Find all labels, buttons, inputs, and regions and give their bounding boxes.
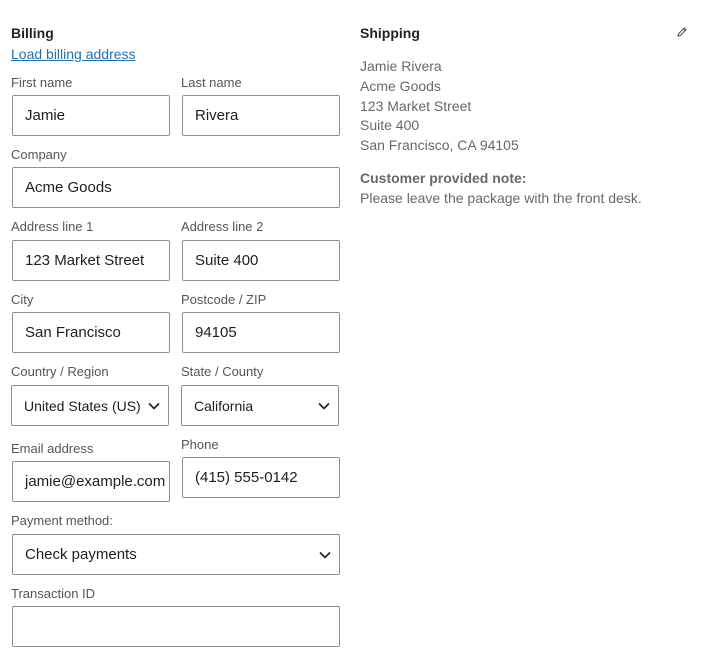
state-label: State / County <box>181 364 264 379</box>
transaction-id-label: Transaction ID <box>11 586 96 601</box>
postcode-label: Postcode / ZIP <box>181 292 267 307</box>
customer-note-text: Please leave the package with the front … <box>360 190 642 206</box>
state-select[interactable]: California <box>181 385 339 426</box>
phone-input[interactable]: (415) 555-0142 <box>182 457 340 498</box>
first-name-input[interactable]: Jamie <box>12 95 170 136</box>
postcode-input[interactable]: 94105 <box>182 312 340 353</box>
shipping-address-line: Jamie Rivera <box>360 58 442 74</box>
customer-note-label: Customer provided note: <box>360 170 527 186</box>
email-input[interactable]: jamie@example.com <box>12 461 170 502</box>
email-label: Email address <box>11 441 94 456</box>
payment-method-value: Check payments <box>25 546 137 563</box>
shipping-address-line: San Francisco, CA 94105 <box>360 137 519 154</box>
first-name-label: First name <box>11 75 73 90</box>
last-name-input[interactable]: Rivera <box>182 95 340 136</box>
load-billing-address-link[interactable]: Load billing address <box>11 46 136 62</box>
payment-method-select[interactable]: Check payments <box>12 534 340 575</box>
city-label: City <box>11 292 34 307</box>
state-value: California <box>194 397 254 414</box>
billing-title: Billing <box>11 25 54 41</box>
company-label: Company <box>11 147 67 162</box>
address-2-value: Suite 400 <box>195 252 259 269</box>
country-value: United States (US) <box>24 397 141 414</box>
country-select[interactable]: United States (US) <box>11 385 169 426</box>
first-name-value: Jamie <box>25 107 66 124</box>
address-1-value: 123 Market Street <box>25 252 145 269</box>
transaction-id-input[interactable] <box>12 606 340 647</box>
company-input[interactable]: Acme Goods <box>12 167 340 208</box>
chevron-down-icon <box>319 551 331 559</box>
address-2-input[interactable]: Suite 400 <box>182 240 340 281</box>
phone-label: Phone <box>181 437 219 452</box>
country-label: Country / Region <box>11 364 109 379</box>
phone-value: (415) 555-0142 <box>195 469 298 486</box>
chevron-down-icon <box>318 402 330 410</box>
payment-method-label: Payment method: <box>11 513 113 528</box>
shipping-address-line: Suite 400 <box>360 117 420 134</box>
shipping-address-line: 123 Market Street <box>360 97 472 114</box>
company-value: Acme Goods <box>25 179 112 196</box>
chevron-down-icon <box>148 402 160 410</box>
address-1-label: Address line 1 <box>11 219 94 234</box>
pencil-icon[interactable] <box>676 25 688 43</box>
email-value: jamie@example.com <box>25 473 166 490</box>
last-name-label: Last name <box>181 75 242 90</box>
address-2-label: Address line 2 <box>181 219 264 234</box>
shipping-address: Jamie Rivera Acme Goods 123 Market Stree… <box>360 57 519 156</box>
postcode-value: 94105 <box>195 324 237 341</box>
city-input[interactable]: San Francisco <box>12 312 170 353</box>
shipping-title: Shipping <box>360 25 420 41</box>
shipping-address-line: Acme Goods <box>360 77 441 94</box>
city-value: San Francisco <box>25 324 121 341</box>
last-name-value: Rivera <box>195 107 239 124</box>
address-1-input[interactable]: 123 Market Street <box>12 240 170 281</box>
